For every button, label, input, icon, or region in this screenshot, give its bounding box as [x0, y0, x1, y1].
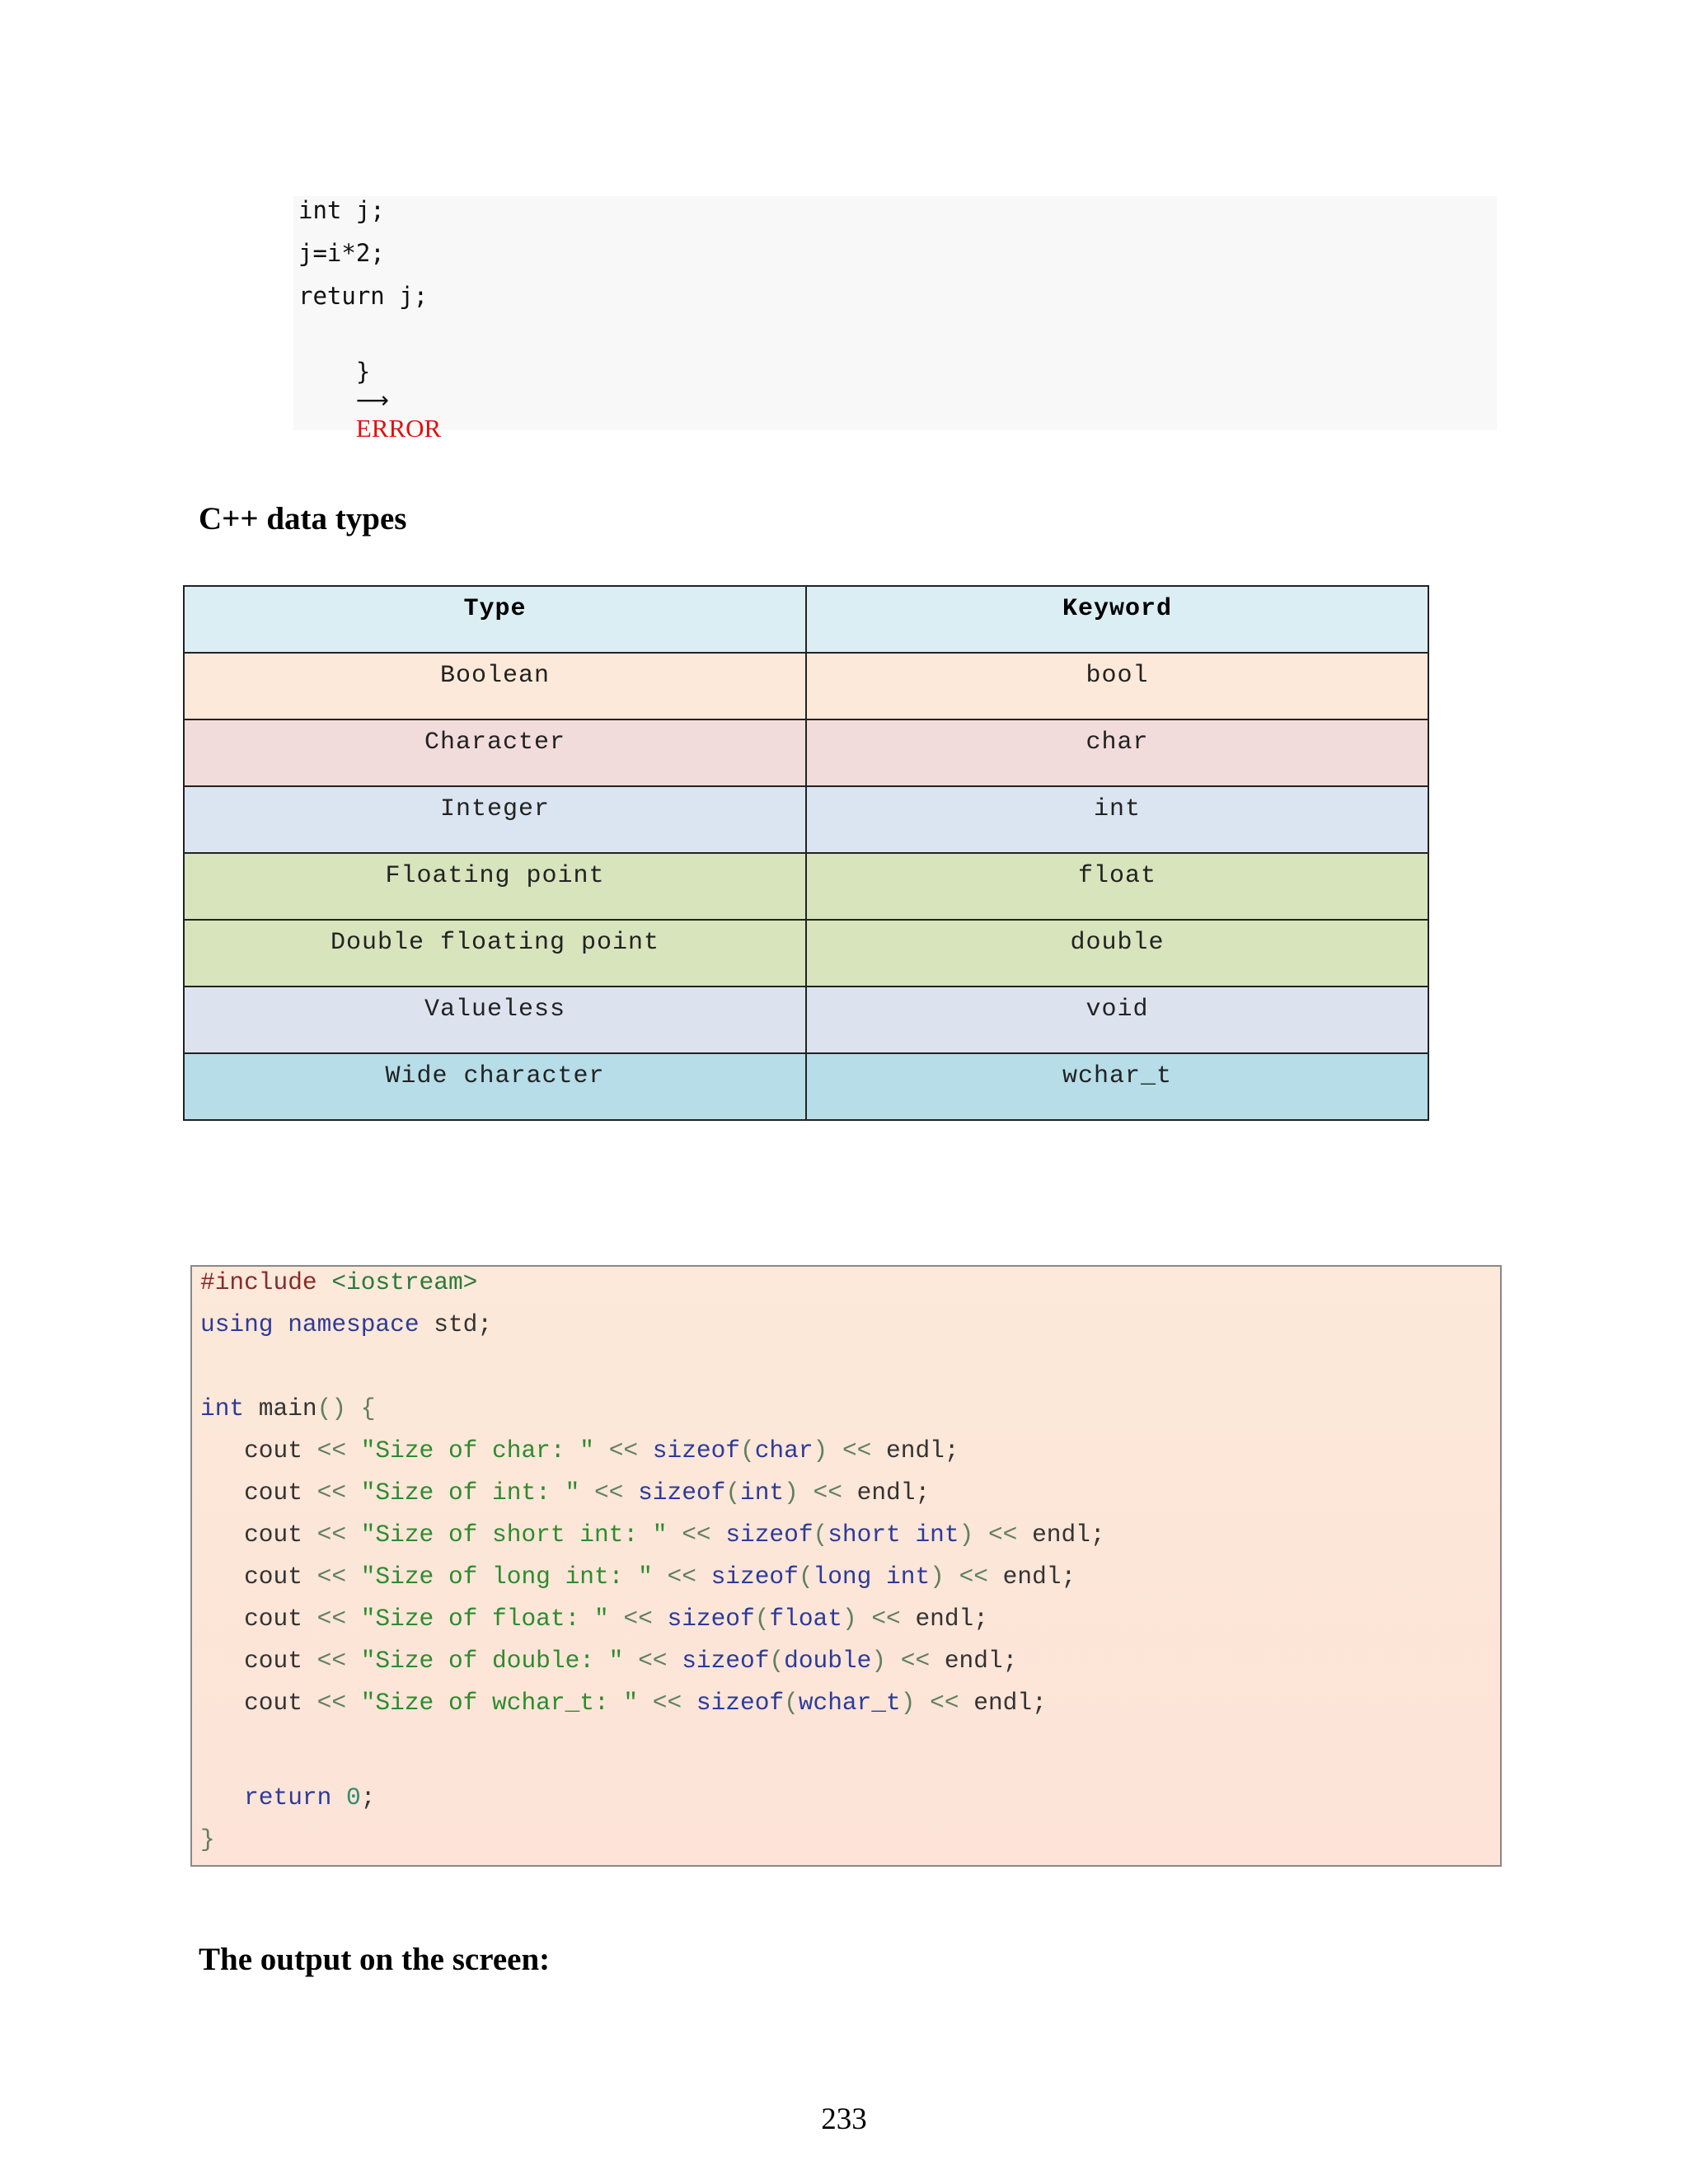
keyword-cell: double — [805, 919, 1429, 987]
header-type: Type — [183, 585, 807, 654]
table-row: Boolean bool — [183, 652, 1429, 720]
code-snippet-top: int j; j=i*2; return j; } ⟶ ERROR — [293, 196, 1497, 443]
section-heading-output: The output on the screen: — [199, 1942, 551, 1977]
type-cell: Valueless — [183, 986, 807, 1054]
section-heading-data-types: C++ data types — [199, 501, 407, 537]
header-keyword: Keyword — [805, 585, 1429, 654]
type-cell: Integer — [183, 785, 807, 854]
code-line-cout: cout << "Size of long int: " << sizeof(l… — [244, 1563, 1076, 1591]
closing-brace: } — [355, 358, 371, 386]
keyword-cell: void — [805, 986, 1429, 1054]
table-row: Floating point float — [183, 852, 1429, 921]
type-cell: Double floating point — [183, 919, 807, 987]
keyword-cell: wchar_t — [805, 1052, 1429, 1121]
code-line-return: return 0; — [244, 1783, 376, 1811]
type-cell: Boolean — [183, 652, 807, 720]
code-line-error: } ⟶ ERROR — [298, 330, 441, 471]
code-line-main: int main() { — [200, 1394, 376, 1422]
keyword-cell: bool — [805, 652, 1429, 720]
code-block-sizeof: #include <iostream> using namespace std;… — [190, 1265, 1502, 1867]
type-cell: Wide character — [183, 1052, 807, 1121]
code-line: j=i*2; — [298, 239, 385, 267]
keyword-cell: char — [805, 719, 1429, 787]
type-cell: Floating point — [183, 852, 807, 921]
table-row: Integer int — [183, 785, 1429, 854]
page-number: 233 — [821, 2102, 867, 2136]
table-row: Valueless void — [183, 986, 1429, 1054]
code-line-cout: cout << "Size of float: " << sizeof(floa… — [244, 1605, 988, 1633]
code-line: int j; — [298, 196, 385, 224]
table-row: Wide character wchar_t — [183, 1052, 1429, 1121]
code-line-cout: cout << "Size of int: " << sizeof(int) <… — [244, 1479, 931, 1507]
keyword-cell: float — [805, 852, 1429, 921]
code-line-using: using namespace std; — [200, 1310, 493, 1338]
type-cell: Character — [183, 719, 807, 787]
code-line-close: } — [200, 1825, 215, 1854]
table-row: Double floating point double — [183, 919, 1429, 987]
keyword-cell: int — [805, 785, 1429, 854]
code-line-cout: cout << "Size of short int: " << sizeof(… — [244, 1521, 1105, 1549]
right-arrow-icon: ⟶ — [355, 387, 389, 414]
data-types-table: Type Keyword Boolean bool Character char Int… — [183, 585, 1429, 1121]
code-line-cout: cout << "Size of char: " << sizeof(char)… — [244, 1436, 959, 1465]
table-header-row: Type Keyword — [183, 585, 1429, 654]
code-line-cout: cout << "Size of double: " << sizeof(dou… — [244, 1647, 1018, 1675]
code-line-cout: cout << "Size of wchar_t: " << sizeof(wc… — [244, 1689, 1047, 1717]
code-line: return j; — [298, 282, 429, 310]
error-label: ERROR — [355, 414, 442, 443]
table-row: Character char — [183, 719, 1429, 787]
code-line-include: #include <iostream> — [200, 1268, 478, 1296]
